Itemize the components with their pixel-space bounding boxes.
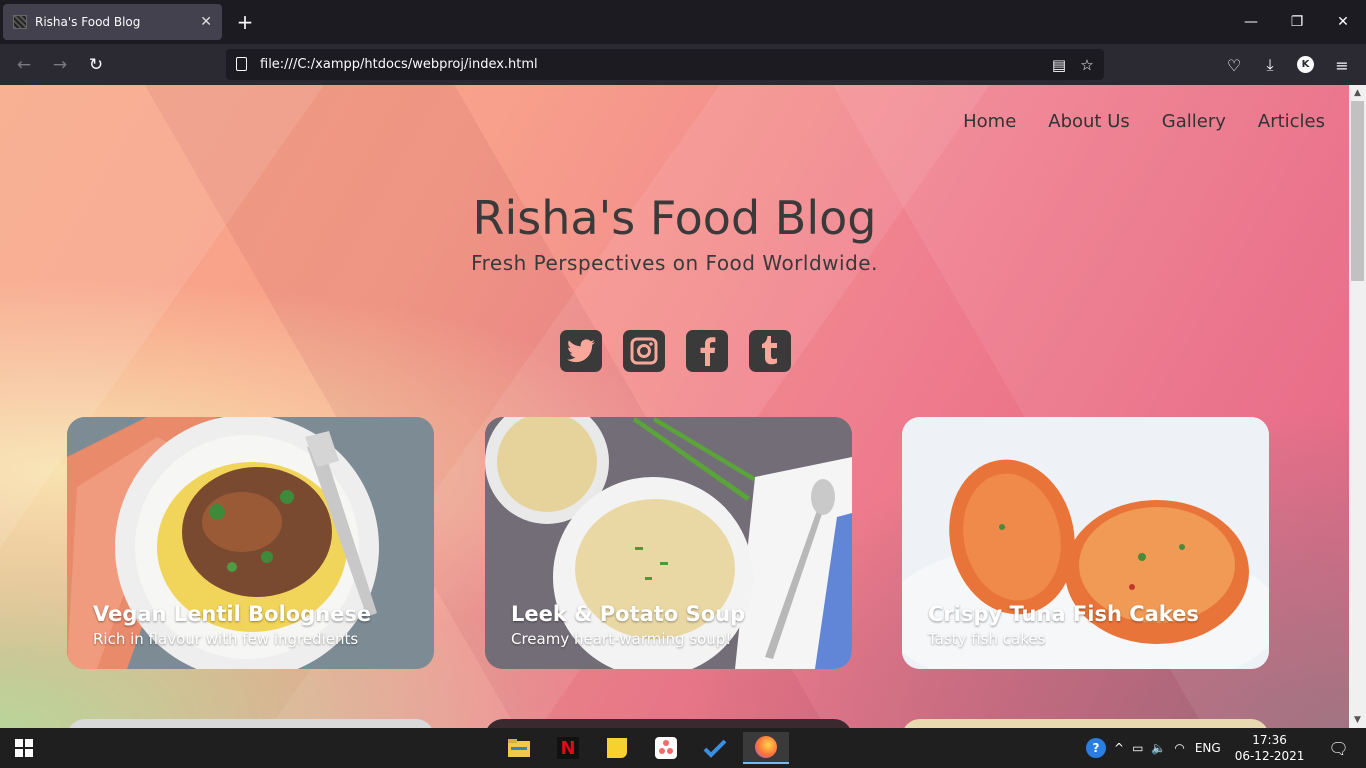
minimize-button[interactable]: — xyxy=(1228,0,1274,44)
file-explorer-icon[interactable] xyxy=(499,732,539,764)
sticky-notes-icon[interactable] xyxy=(597,732,637,764)
close-window-button[interactable]: ✕ xyxy=(1320,0,1366,44)
recipe-card-partial[interactable] xyxy=(67,719,434,728)
windows-start-icon[interactable] xyxy=(4,732,44,764)
new-tab-button[interactable]: + xyxy=(234,10,256,34)
social-links xyxy=(560,330,791,372)
favicon-icon xyxy=(13,15,27,29)
card-title: Vegan Lentil Bolognese xyxy=(93,602,372,626)
windows-taskbar: N ? ^ ▭ 🔈 ◠ ENG 17:36 06-12-2021 🗨 xyxy=(0,728,1366,768)
close-tab-button[interactable]: ✕ xyxy=(200,14,212,30)
nav-gallery-link[interactable]: Gallery xyxy=(1162,111,1226,132)
tumblr-icon[interactable] xyxy=(749,330,791,372)
nav-articles-link[interactable]: Articles xyxy=(1258,111,1325,132)
page-scrollbar[interactable]: ▲ ▼ xyxy=(1349,85,1366,728)
browser-toolbar: ← → ↻ file:///C:/xampp/htdocs/webproj/in… xyxy=(0,44,1366,85)
help-icon[interactable]: ? xyxy=(1086,738,1106,758)
wifi-icon[interactable]: ◠ xyxy=(1174,741,1184,755)
url-text: file:///C:/xampp/htdocs/webproj/index.ht… xyxy=(260,57,538,72)
restore-button[interactable]: ❐ xyxy=(1274,0,1320,44)
back-button[interactable]: ← xyxy=(11,52,37,78)
twitter-icon[interactable] xyxy=(560,330,602,372)
forward-button[interactable]: → xyxy=(47,52,73,78)
clock[interactable]: 17:36 06-12-2021 xyxy=(1235,732,1305,764)
card-title: Crispy Tuna Fish Cakes xyxy=(928,602,1199,626)
card-title: Leek & Potato Soup xyxy=(511,602,746,626)
chevron-up-icon[interactable]: ^ xyxy=(1114,741,1124,755)
card-subtitle: Rich in flavour with few ingredients xyxy=(93,630,359,648)
reload-button[interactable]: ↻ xyxy=(83,52,109,78)
bookmark-star-icon[interactable]: ☆ xyxy=(1078,56,1096,74)
browser-tab[interactable]: Risha's Food Blog ✕ xyxy=(3,4,222,40)
firefox-icon[interactable] xyxy=(743,732,789,764)
page-icon xyxy=(236,57,247,71)
system-tray: ? ^ ▭ 🔈 ◠ ENG 17:36 06-12-2021 🗨 xyxy=(1086,728,1349,768)
scrollbar-thumb[interactable] xyxy=(1351,101,1364,281)
nav-home-link[interactable]: Home xyxy=(963,111,1016,132)
recipe-card-partial[interactable] xyxy=(485,719,852,728)
pocket-icon[interactable]: ♡ xyxy=(1222,53,1246,77)
scroll-down-icon[interactable]: ▼ xyxy=(1349,712,1366,728)
recipe-card-partial[interactable] xyxy=(902,719,1269,728)
netflix-icon[interactable]: N xyxy=(548,732,588,764)
todo-icon[interactable] xyxy=(695,732,735,764)
menu-icon[interactable]: ≡ xyxy=(1330,53,1354,77)
account-avatar[interactable]: K xyxy=(1297,56,1314,73)
browser-tab-bar: Risha's Food Blog ✕ + — ❐ ✕ xyxy=(0,0,1366,44)
asana-icon[interactable] xyxy=(646,732,686,764)
recipe-card[interactable]: Vegan Lentil Bolognese Rich in flavour w… xyxy=(67,417,434,669)
facebook-icon[interactable] xyxy=(686,330,728,372)
reader-view-icon[interactable]: ▤ xyxy=(1050,56,1068,74)
battery-icon[interactable]: ▭ xyxy=(1132,741,1143,755)
recipe-card[interactable]: Crispy Tuna Fish Cakes Tasty fish cakes xyxy=(902,417,1269,669)
clock-time: 17:36 xyxy=(1252,733,1287,747)
site-tagline: Fresh Perspectives on Food Worldwide. xyxy=(471,251,878,275)
volume-icon[interactable]: 🔈 xyxy=(1151,741,1166,755)
scroll-up-icon[interactable]: ▲ xyxy=(1349,85,1366,101)
page-viewport: Home About Us Gallery Articles Risha's F… xyxy=(0,85,1349,728)
tab-title: Risha's Food Blog xyxy=(35,15,141,29)
download-icon[interactable]: ⤓ xyxy=(1258,53,1282,77)
recipe-card[interactable]: Leek & Potato Soup Creamy heart-warming … xyxy=(485,417,852,669)
instagram-icon[interactable] xyxy=(623,330,665,372)
nav-about-link[interactable]: About Us xyxy=(1048,111,1130,132)
notifications-icon[interactable]: 🗨 xyxy=(1328,739,1348,758)
language-indicator[interactable]: ENG xyxy=(1195,741,1221,755)
site-title: Risha's Food Blog xyxy=(472,191,877,245)
site-nav: Home About Us Gallery Articles xyxy=(963,111,1325,132)
clock-date: 06-12-2021 xyxy=(1234,749,1305,763)
address-bar[interactable]: file:///C:/xampp/htdocs/webproj/index.ht… xyxy=(226,49,1104,80)
card-subtitle: Tasty fish cakes xyxy=(928,630,1046,648)
card-subtitle: Creamy heart-warming soup! xyxy=(511,630,732,648)
